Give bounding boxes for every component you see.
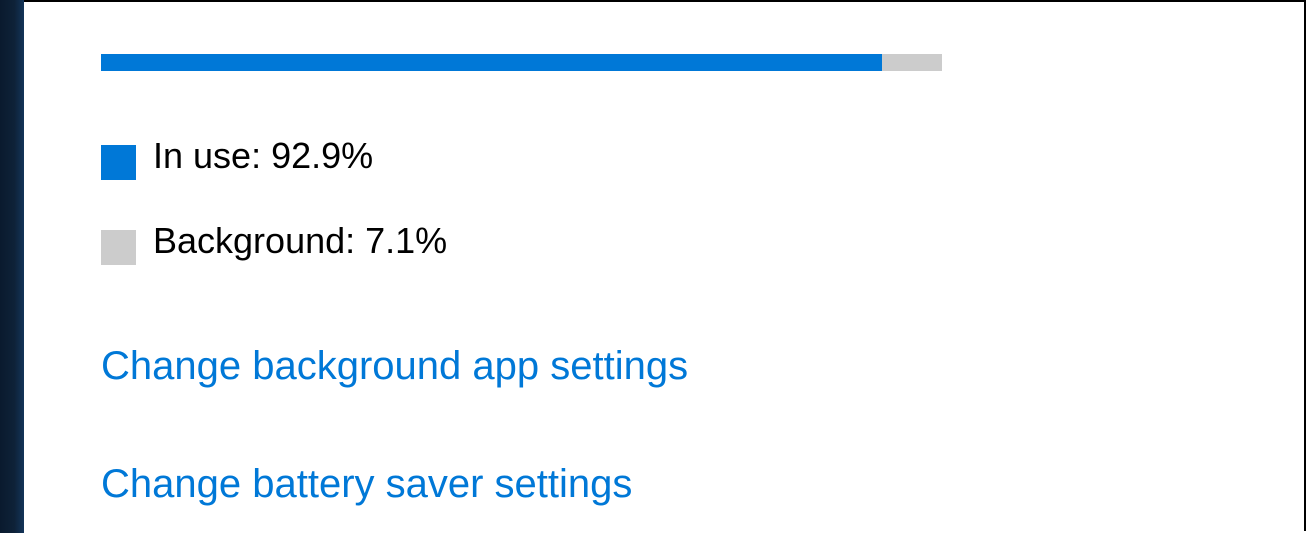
- background-label: Background: 7.1%: [153, 220, 448, 261]
- usage-bar-in-use-fill: [101, 54, 883, 71]
- window-left-edge: [0, 0, 24, 533]
- in-use-label: In use: 92.9%: [153, 135, 374, 176]
- battery-usage-panel: [24, 0, 1306, 531]
- background-swatch: [101, 230, 136, 265]
- legend-background: Background: 7.1%: [101, 220, 448, 265]
- legend-in-use: In use: 92.9%: [101, 135, 374, 180]
- change-battery-saver-settings-link[interactable]: Change battery saver settings: [101, 462, 632, 506]
- usage-bar: [101, 54, 942, 71]
- change-background-app-settings-link[interactable]: Change background app settings: [101, 344, 688, 388]
- in-use-swatch: [101, 145, 136, 180]
